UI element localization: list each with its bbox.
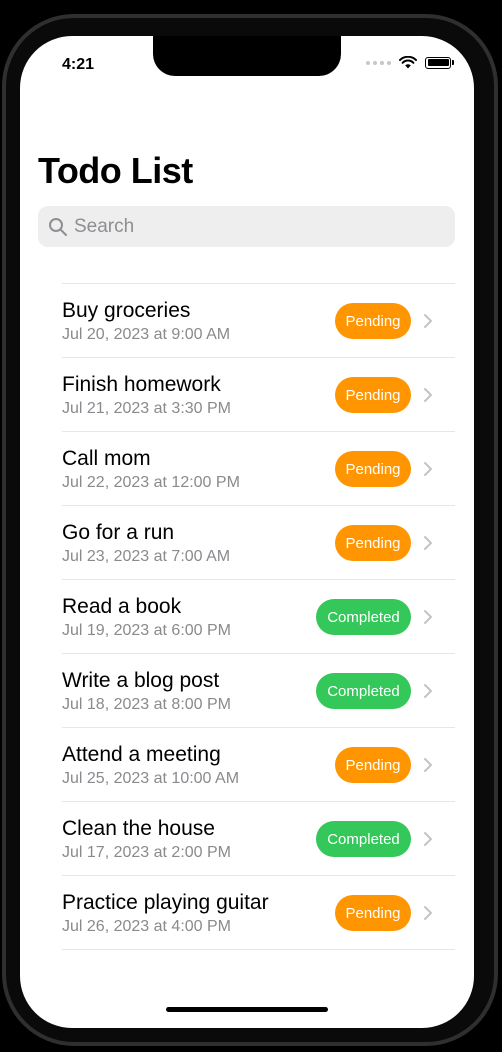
todo-date: Jul 17, 2023 at 2:00 PM xyxy=(62,844,231,861)
status-badge: Completed xyxy=(316,673,411,709)
todo-date: Jul 20, 2023 at 9:00 AM xyxy=(62,326,231,343)
todo-date: Jul 25, 2023 at 10:00 AM xyxy=(62,770,240,787)
status-time: 4:21 xyxy=(62,56,95,73)
chevron-right-icon xyxy=(424,462,432,476)
chevron-right-icon xyxy=(424,388,432,402)
todo-title: Clean the house xyxy=(62,817,215,840)
status-badge: Completed xyxy=(316,599,411,635)
todo-row[interactable]: Attend a meeting Jul 25, 2023 at 10:00 AM… xyxy=(62,728,455,802)
status-indicators xyxy=(366,56,454,69)
chevron-right-icon xyxy=(424,906,432,920)
todo-title: Go for a run xyxy=(62,521,175,544)
cellular-signal-icon xyxy=(366,60,391,65)
todo-row[interactable]: Practice playing guitar Jul 26, 2023 at 4… xyxy=(62,876,455,950)
search-icon xyxy=(49,217,67,236)
todo-list: Buy groceries Jul 20, 2023 at 9:00 AM Pend… xyxy=(62,283,455,950)
screen: 4:21 Todo List Search Buy groceries Jul 2… xyxy=(20,36,474,1028)
todo-date: Jul 19, 2023 at 6:00 PM xyxy=(62,622,231,639)
chevron-right-icon xyxy=(424,758,432,772)
home-indicator[interactable] xyxy=(166,1007,328,1012)
todo-row[interactable]: Call mom Jul 22, 2023 at 12:00 PM Pending xyxy=(62,432,455,506)
chevron-right-icon xyxy=(424,832,432,846)
todo-title: Practice playing guitar xyxy=(62,891,269,914)
status-badge: Pending xyxy=(335,747,411,783)
todo-date: Jul 18, 2023 at 8:00 PM xyxy=(62,696,231,713)
todo-title: Read a book xyxy=(62,595,182,618)
search-bar[interactable]: Search xyxy=(38,206,455,247)
chevron-right-icon xyxy=(424,684,432,698)
todo-title: Write a blog post xyxy=(62,669,220,692)
status-badge: Completed xyxy=(316,821,411,857)
todo-row[interactable]: Clean the house Jul 17, 2023 at 2:00 PM Co… xyxy=(62,802,455,876)
search-input[interactable]: Search xyxy=(74,216,134,238)
chevron-right-icon xyxy=(424,536,432,550)
status-badge: Pending xyxy=(335,895,411,931)
todo-date: Jul 21, 2023 at 3:30 PM xyxy=(62,400,231,417)
todo-title: Call mom xyxy=(62,447,151,470)
todo-row[interactable]: Go for a run Jul 23, 2023 at 7:00 AM Pendi… xyxy=(62,506,455,580)
page-title: Todo List xyxy=(38,150,193,191)
todo-date: Jul 23, 2023 at 7:00 AM xyxy=(62,548,231,565)
todo-row[interactable]: Buy groceries Jul 20, 2023 at 9:00 AM Pend… xyxy=(62,284,455,358)
status-badge: Pending xyxy=(335,377,411,413)
status-badge: Pending xyxy=(335,303,411,339)
chevron-right-icon xyxy=(424,610,432,624)
status-badge: Pending xyxy=(335,525,411,561)
battery-icon xyxy=(425,56,454,69)
status-badge: Pending xyxy=(335,451,411,487)
wifi-icon xyxy=(399,56,417,69)
todo-title: Finish homework xyxy=(62,373,221,396)
todo-title: Buy groceries xyxy=(62,299,191,322)
todo-date: Jul 26, 2023 at 4:00 PM xyxy=(62,918,231,935)
todo-row[interactable]: Write a blog post Jul 18, 2023 at 8:00 PM… xyxy=(62,654,455,728)
todo-title: Attend a meeting xyxy=(62,743,221,766)
notch xyxy=(153,36,341,76)
chevron-right-icon xyxy=(424,314,432,328)
todo-row[interactable]: Finish homework Jul 21, 2023 at 3:30 PM Pe… xyxy=(62,358,455,432)
todo-row[interactable]: Read a book Jul 19, 2023 at 6:00 PM Comple… xyxy=(62,580,455,654)
todo-date: Jul 22, 2023 at 12:00 PM xyxy=(62,474,240,491)
